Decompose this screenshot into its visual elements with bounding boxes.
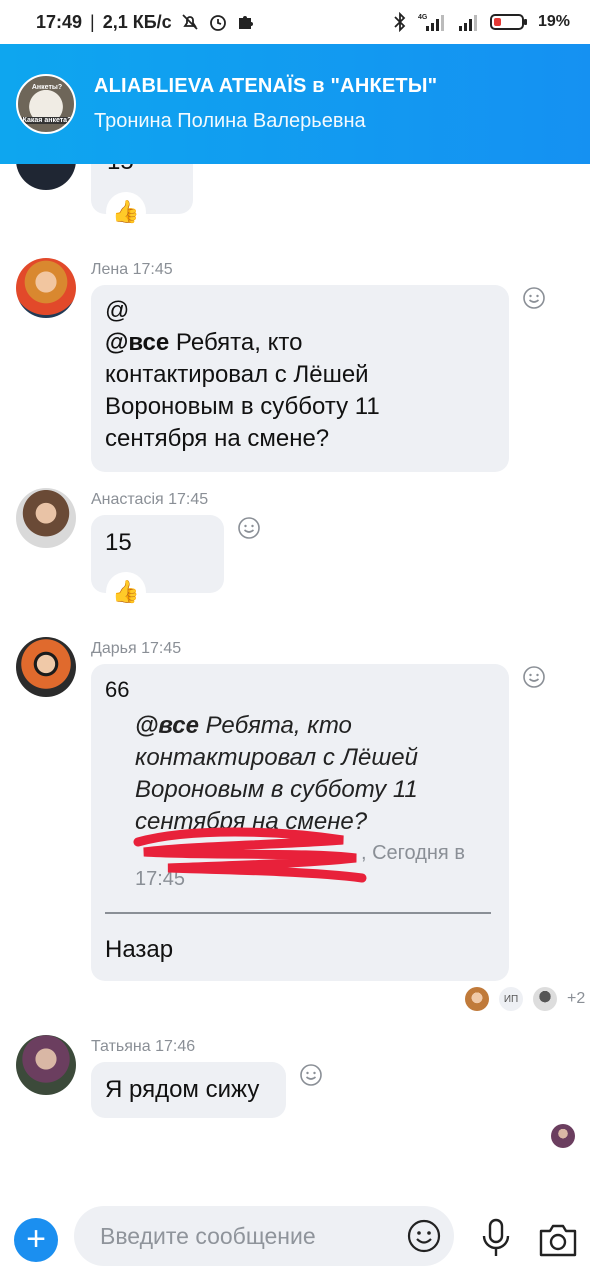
app-icon: [236, 13, 254, 31]
sender-name: Анастасія 17:45: [91, 491, 209, 508]
avatar-caption-top: Анкеты?: [31, 84, 63, 91]
avatar[interactable]: [16, 488, 76, 548]
smile-icon[interactable]: [237, 516, 261, 540]
mic-icon[interactable]: [478, 1218, 514, 1258]
battery-icon: [489, 13, 528, 31]
message-text: @все Ребята, кто: [105, 329, 303, 356]
smile-icon[interactable]: [406, 1218, 442, 1254]
message-text: Я рядом сижу: [105, 1076, 260, 1103]
sender-name: Лена 17:45: [91, 261, 173, 278]
mention[interactable]: @все: [135, 712, 199, 739]
avatar[interactable]: [16, 637, 76, 697]
chat-header[interactable]: Анкеты? Какая анкета? ALIABLIEVA ATENAÏS…: [0, 44, 590, 164]
chat-avatar[interactable]: Анкеты? Какая анкета?: [16, 74, 76, 134]
message-text: 15: [105, 529, 132, 556]
message-bubble[interactable]: @ @все Ребята, кто контактировал с Лёшей…: [91, 285, 509, 472]
status-divider: |: [90, 11, 95, 32]
quoted-message[interactable]: @все Ребята, кто контактировал с Лёшей В…: [135, 710, 465, 838]
avatar-initials: ИП: [499, 987, 523, 1011]
message-text: Назар: [105, 936, 174, 963]
smile-icon[interactable]: [522, 286, 546, 310]
do-not-disturb-icon: [180, 12, 200, 32]
avatar[interactable]: [16, 1035, 76, 1095]
read-more-count: +2: [567, 990, 586, 1007]
status-time: 17:49: [36, 11, 83, 32]
avatar: [533, 987, 557, 1011]
thumbs-up-icon[interactable]: 👍: [106, 572, 146, 612]
sender-name: Татьяна 17:46: [91, 1038, 196, 1055]
message-bubble[interactable]: Я рядом сижу: [91, 1062, 286, 1118]
add-attachment-button[interactable]: +: [14, 1218, 58, 1262]
camera-icon[interactable]: [538, 1222, 578, 1258]
message-input[interactable]: [100, 1220, 390, 1252]
chat-title[interactable]: ALIABLIEVA ATENAÏS в "АНКЕТЫ": [94, 75, 437, 98]
message-input-wrapper[interactable]: [74, 1206, 454, 1266]
signal-icon: 4G: [418, 12, 448, 32]
thumbs-up-icon[interactable]: 👍: [106, 192, 146, 232]
quote-mark-icon: 66: [105, 677, 130, 702]
avatar[interactable]: [16, 258, 76, 318]
sender-name: Дарья 17:45: [91, 640, 182, 657]
smile-icon[interactable]: [522, 665, 546, 689]
smile-icon[interactable]: [299, 1063, 323, 1087]
read-receipts[interactable]: [551, 1124, 575, 1148]
signal-icon-2: [458, 12, 480, 32]
redaction-scribble: [133, 827, 367, 883]
status-speed: 2,1 КБ/с: [102, 11, 172, 32]
chat-subtitle: Тронина Полина Валерьевна: [94, 110, 366, 132]
avatar: [465, 987, 489, 1011]
message-line: @: [105, 297, 130, 324]
mention[interactable]: @все: [105, 329, 169, 356]
read-receipts[interactable]: ИП +2: [465, 987, 585, 1011]
avatar-caption-bottom: Какая анкета?: [22, 117, 72, 124]
message-composer: +: [0, 1196, 590, 1280]
avatar: [551, 1124, 575, 1148]
status-bar: 17:49 | 2,1 КБ/с 4G 19%: [0, 0, 590, 44]
battery-percent: 19%: [537, 13, 570, 30]
svg-text:4G: 4G: [418, 14, 428, 21]
alarm-icon: [208, 12, 228, 32]
bluetooth-icon: [392, 12, 408, 32]
divider: [105, 912, 491, 914]
message-text-rest: контактировал с Лёшей Вороновым в суббот…: [105, 361, 380, 452]
